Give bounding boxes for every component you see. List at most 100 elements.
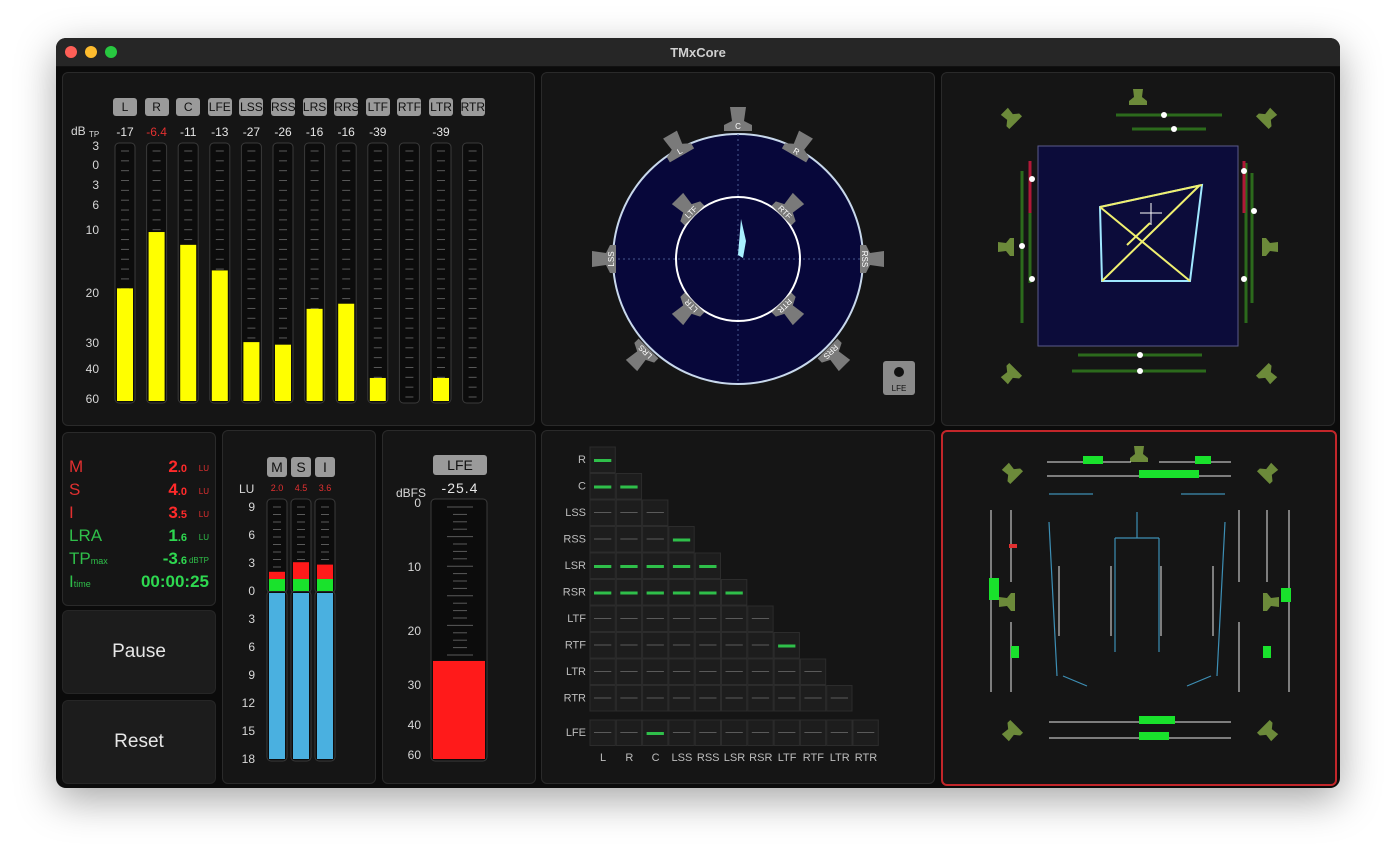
lfe-button-label: LFE bbox=[892, 384, 907, 393]
corr-bar bbox=[725, 732, 743, 733]
balance-dot bbox=[1251, 208, 1257, 214]
msi-blue-level bbox=[317, 593, 333, 759]
balance-dot bbox=[1029, 176, 1035, 182]
corr-bar bbox=[778, 732, 796, 733]
msi-green-level bbox=[293, 579, 309, 591]
meter-track-ltf bbox=[367, 142, 389, 404]
lfe-meter-panel: LFE dBFS -25.4 0 10 20 30 40 60 bbox=[382, 430, 536, 784]
scale-label: 40 bbox=[86, 362, 100, 376]
corr-bar bbox=[620, 697, 638, 699]
meter-level-lrs bbox=[306, 308, 323, 401]
unit-label: dB bbox=[71, 124, 86, 138]
peak-value-rss: -26 bbox=[274, 125, 292, 139]
corr-bar bbox=[646, 538, 664, 540]
speaker-icon-rs bbox=[1262, 238, 1278, 256]
corr-col-label: LSR bbox=[724, 752, 745, 764]
lfe-dot-icon bbox=[894, 367, 904, 377]
corr-bar bbox=[672, 591, 691, 595]
speaker-icon-lrs bbox=[1001, 719, 1024, 742]
corr-col-label: RTF bbox=[803, 752, 824, 764]
speaker-shape bbox=[1001, 719, 1024, 742]
peak-value-l: -17 bbox=[116, 125, 134, 139]
speaker-icon-c bbox=[1129, 89, 1147, 105]
corr-bar bbox=[620, 732, 638, 733]
msi-peak: 2.0 bbox=[271, 483, 284, 493]
msi-green-level bbox=[269, 579, 285, 591]
loudness-label: I bbox=[69, 503, 74, 522]
lfe-scale-label: 40 bbox=[408, 718, 422, 732]
meter-track-rtr bbox=[462, 142, 484, 404]
lfe-meter-button-label: LFE bbox=[447, 457, 473, 473]
corr-bar bbox=[699, 697, 717, 699]
msi-scale-label: 3 bbox=[248, 612, 255, 626]
msi-blue-level bbox=[269, 593, 285, 759]
balance-dot bbox=[1137, 368, 1143, 374]
loudness-frac: .0 bbox=[177, 486, 187, 498]
msi-button-label: I bbox=[323, 459, 327, 475]
loudness-frac: .6 bbox=[177, 555, 187, 567]
scale-label: 6 bbox=[92, 198, 99, 212]
balance-dot bbox=[1029, 276, 1035, 282]
speaker-shape bbox=[1129, 89, 1147, 105]
speaker-shape bbox=[1000, 107, 1023, 130]
spatial-outline bbox=[1048, 493, 1226, 687]
meter-level-lfe bbox=[211, 270, 228, 401]
loudness-row: I 3.5 LU bbox=[69, 503, 209, 525]
corr-bar bbox=[725, 618, 743, 619]
msi-scale-label: 6 bbox=[248, 528, 255, 542]
corr-bar bbox=[620, 618, 638, 619]
scale-label: 10 bbox=[86, 223, 100, 237]
corr-bar bbox=[725, 591, 743, 595]
title-bar: TMxCore bbox=[56, 38, 1340, 67]
corr-bar bbox=[594, 732, 612, 733]
reset-button[interactable]: Reset bbox=[62, 700, 216, 784]
corr-bar bbox=[594, 565, 612, 568]
corr-row-label: RTF bbox=[565, 640, 586, 652]
loudness-label: LRA bbox=[69, 526, 103, 545]
loudness-unit: LU bbox=[198, 487, 209, 496]
surround-vectorscope: LCRLTF RTFLSS RSSLTR RTRLRS RRSLFE bbox=[592, 107, 915, 395]
corr-bar bbox=[830, 697, 848, 699]
corr-col-label: LTR bbox=[830, 752, 850, 764]
speaker-label: LSS bbox=[607, 251, 616, 266]
corr-col-label: L bbox=[600, 752, 606, 764]
speaker-icon-lss: LSS bbox=[592, 245, 616, 273]
speaker-icon-rrs bbox=[1255, 362, 1278, 385]
speaker-icon-l bbox=[1001, 462, 1024, 485]
channel-balance-panel bbox=[941, 430, 1337, 786]
corr-bar bbox=[804, 732, 822, 733]
loudness-unit: LU bbox=[198, 533, 209, 542]
loudness-frac: .0 bbox=[177, 463, 187, 475]
corr-row-label: LTR bbox=[566, 666, 586, 678]
corr-row-label: RSR bbox=[563, 587, 586, 599]
corr-row-label: RTR bbox=[564, 693, 586, 705]
peak-value-rrs: -16 bbox=[338, 125, 356, 139]
corr-bar bbox=[620, 565, 638, 568]
loudness-value: -3.6 bbox=[162, 549, 187, 568]
corr-bar bbox=[594, 671, 612, 672]
corr-bar bbox=[778, 671, 796, 672]
corr-col-label: R bbox=[625, 752, 633, 764]
loudness-label: TPmax bbox=[69, 549, 108, 568]
pause-button[interactable]: Pause bbox=[62, 610, 216, 694]
corr-bar bbox=[646, 697, 664, 699]
corr-bar bbox=[725, 644, 743, 646]
corr-bar bbox=[751, 644, 770, 646]
meter-level-rrs bbox=[338, 303, 355, 401]
speaker-shape bbox=[1262, 238, 1278, 256]
lfe-scale-label: 20 bbox=[408, 624, 422, 638]
corr-col-label: RSS bbox=[697, 752, 720, 764]
peak-value-lrs: -16 bbox=[306, 125, 324, 139]
unit-sub-label: TP bbox=[89, 130, 99, 139]
loudness-unit: LU bbox=[198, 464, 209, 473]
speaker-shape bbox=[1001, 462, 1024, 485]
corr-bar bbox=[594, 644, 612, 646]
loudness-value: 3.5 bbox=[168, 503, 187, 522]
speaker-icon-lrs bbox=[1000, 362, 1023, 385]
corr-row-label: C bbox=[578, 481, 586, 493]
corr-bar bbox=[699, 671, 717, 672]
msi-button-label: S bbox=[296, 459, 305, 475]
corr-bar bbox=[620, 538, 638, 540]
peak-value-r: -6.4 bbox=[146, 125, 167, 139]
corr-bar bbox=[699, 591, 717, 595]
